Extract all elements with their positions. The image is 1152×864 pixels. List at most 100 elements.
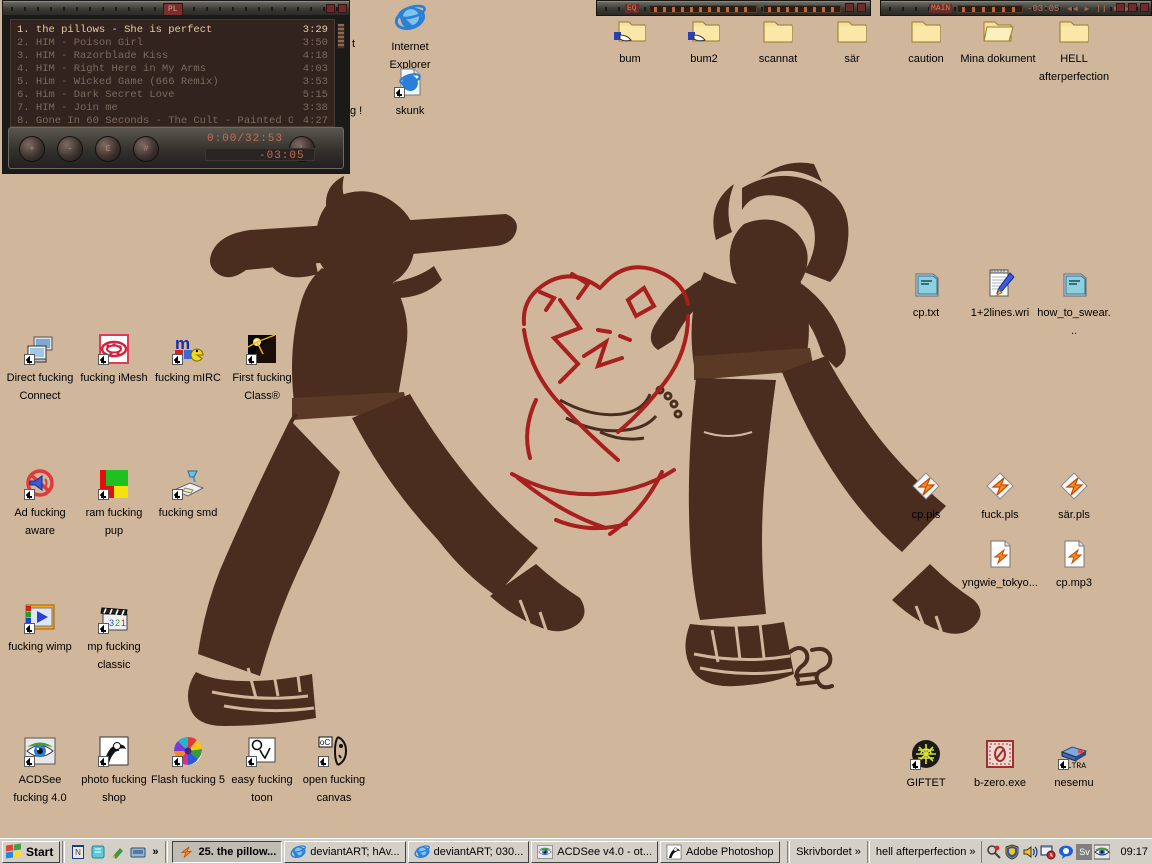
volume-icon[interactable]: [1022, 844, 1039, 860]
toolbar-skrivbordet-chevron[interactable]: »: [855, 846, 861, 858]
playlist-select-button[interactable]: E: [95, 136, 121, 162]
desktop-icon-hell-afterperfection[interactable]: HELL afterperfection: [1036, 14, 1112, 85]
playlist-row[interactable]: 8. Gone In 60 Seconds - The Cult - Paint…: [17, 115, 328, 126]
scheduled-tasks-icon[interactable]: [1040, 844, 1056, 860]
taskbar[interactable]: Start N » 25. the pillow... deviantART; h…: [0, 838, 1152, 864]
keyboard-icon[interactable]: [129, 843, 147, 861]
playlist-titlebar[interactable]: PL: [3, 1, 349, 15]
toolbar-skrivbordet[interactable]: Skrivbordet »: [792, 846, 865, 858]
playlist-row[interactable]: 4. HIM - Right Here in My Arms 4:03: [17, 63, 328, 76]
task-button-list[interactable]: 25. the pillow... deviantART; hAv... devia…: [170, 840, 785, 863]
eq-band-group-2[interactable]: [763, 5, 841, 13]
task-winamp[interactable]: 25. the pillow...: [172, 840, 283, 863]
desktop-icon-giftet[interactable]: GIFTET: [888, 738, 964, 791]
playlist-row[interactable]: 7. HIM - Join me 3:38: [17, 102, 328, 115]
norton-icon[interactable]: N: [69, 843, 87, 861]
playlist-row[interactable]: 1. the pillows - She is perfect 3:29: [17, 24, 328, 37]
winamp-equalizer-window[interactable]: EQ: [596, 0, 871, 16]
desktop-icon-opencanvas[interactable]: oC open fucking canvas: [296, 735, 372, 806]
playlist-shade-button[interactable]: [326, 4, 335, 13]
desktop-icon-bum2[interactable]: bum2: [666, 14, 742, 67]
desktop-icon-bum[interactable]: bum: [592, 14, 668, 67]
desktop-icon-sar[interactable]: sär: [814, 14, 890, 67]
task-deviantart1[interactable]: deviantART; hAv...: [284, 840, 406, 863]
desktop-icon-mirc[interactable]: m fucking mIRC: [150, 333, 226, 386]
desktop-icon-ram-pup[interactable]: ram fucking pup: [76, 468, 152, 539]
main-minimize-button[interactable]: [1116, 3, 1125, 12]
eq-close-button[interactable]: [857, 3, 866, 12]
desktop-icon-nesemu[interactable]: ULTRA nesemu: [1036, 738, 1112, 791]
playlist-row[interactable]: 5. Him - Wicked Game (666 Remix) 3:53: [17, 76, 328, 89]
playlist-close-button[interactable]: [338, 4, 347, 13]
main-transport-controls[interactable]: ◀◀ ▶ ❙❙ ■ ▶▶: [1067, 4, 1137, 14]
desktop-icon-easytoon[interactable]: easy fucking toon: [224, 735, 300, 806]
desktop-icon-sar-pls[interactable]: sär.pls: [1036, 470, 1112, 523]
desktop-icon-scannat[interactable]: scannat: [740, 14, 816, 67]
playlist-row[interactable]: 6. Him - Dark Secret Love 5:15: [17, 89, 328, 102]
acdsee-eye-icon[interactable]: [1093, 844, 1111, 860]
main-shade-button[interactable]: [1128, 3, 1137, 12]
desktop-icon-smd[interactable]: fucking smd: [150, 468, 226, 521]
eq-band-group-1[interactable]: [649, 5, 757, 13]
shield-icon[interactable]: [1004, 843, 1020, 860]
desktop-icon-cp-txt[interactable]: cp.txt: [888, 268, 964, 321]
messenger-icon[interactable]: [1058, 844, 1074, 860]
quick-launch-overflow-chevron[interactable]: »: [149, 846, 161, 858]
desktop-icon-internet-explorer[interactable]: Internet Explorer: [372, 2, 448, 73]
playlist-misc-button[interactable]: #: [133, 136, 159, 162]
desktop-icon-b-zero-exe[interactable]: b-zero.exe: [962, 738, 1038, 791]
cleanup-icon[interactable]: [109, 843, 127, 861]
main-close-button[interactable]: [1140, 3, 1149, 12]
desktop-icon-yngwie-tokyo[interactable]: yngwie_tokyo...: [962, 538, 1038, 591]
desktop-icon-photoshop[interactable]: photo fucking shop: [76, 735, 152, 806]
language-indicator[interactable]: Sv: [1076, 843, 1093, 860]
desktop-icon-fuck-pls[interactable]: fuck.pls: [962, 470, 1038, 523]
taskbar-clock[interactable]: 09:17: [1114, 846, 1152, 858]
desktop-icon-first-class[interactable]: First fucking Class®: [224, 333, 300, 404]
task-deviantart2[interactable]: deviantART; 030...: [407, 840, 530, 863]
desktop-icon-cp-pls[interactable]: cp.pls: [888, 470, 964, 523]
ultra-emulator-icon: ULTRA: [1058, 738, 1090, 771]
playlist-track-time: 3:38: [302, 102, 328, 114]
notes-icon[interactable]: [89, 843, 107, 861]
playlist-track-title: 7. HIM - Join me: [17, 102, 118, 114]
magnifier-icon[interactable]: [986, 844, 1002, 860]
playlist-row[interactable]: 3. HIM - Razorblade Kiss 4:18: [17, 50, 328, 63]
desktop-icon-flash5[interactable]: Flash fucking 5: [150, 735, 226, 788]
shortcut-arrow-icon: [1058, 759, 1069, 770]
desktop-icon-direct-connect[interactable]: Direct fucking Connect: [2, 333, 78, 404]
task-acdsee[interactable]: ACDSee v4.0 - ot...: [531, 840, 659, 863]
playlist-track-list[interactable]: 1. the pillows - She is perfect 3:29 2. HI…: [10, 19, 335, 127]
toolbar-hell-afterperfection[interactable]: hell afterperfection »: [872, 846, 980, 858]
playlist-remove-button[interactable]: -: [57, 136, 83, 162]
desktop-icon-imesh[interactable]: fucking iMesh: [76, 333, 152, 386]
quick-launch-bar[interactable]: N »: [67, 843, 163, 861]
desktop-icon-acdsee[interactable]: ACDSee fucking 4.0: [2, 735, 78, 806]
playlist-row[interactable]: 2. HIM - Poison Girl 3:50: [17, 37, 328, 50]
task-button-label: 25. the pillow...: [198, 845, 277, 858]
desktop-icon-1-2lines-wri[interactable]: 1+2lines.wri: [962, 268, 1038, 321]
main-seek-bar[interactable]: [957, 5, 1023, 13]
eq-shade-button[interactable]: [845, 3, 854, 12]
desktop-icon-cp-mp3[interactable]: cp.mp3: [1036, 538, 1112, 591]
desktop-icon-wimp[interactable]: fucking wimp: [2, 602, 78, 655]
playlist-add-button[interactable]: +: [19, 136, 45, 162]
toolbar-hell-chevron[interactable]: »: [969, 846, 975, 858]
desktop-icon-mina-dokument[interactable]: Mina dokument: [960, 14, 1036, 67]
playlist-track-time: 3:29: [302, 24, 328, 36]
desktop-icon-skunk[interactable]: skunk: [372, 66, 448, 119]
desktop-icon-mp-classic[interactable]: 3 2 1 mp fucking classic: [76, 602, 152, 673]
desktop-icon-how-to-swear[interactable]: how_to_swear...: [1036, 268, 1112, 339]
desktop-icon-caution[interactable]: caution: [888, 14, 964, 67]
task-button-label: ACDSee v4.0 - ot...: [557, 845, 653, 858]
playlist-scrollbar[interactable]: [337, 23, 345, 49]
winamp-playlist-window[interactable]: PL 1. the pillows - She is perfect 3:29 2.…: [2, 0, 350, 174]
desktop-icon-label: open fucking canvas: [302, 774, 366, 804]
system-tray[interactable]: Sv: [981, 840, 1114, 863]
desktop-icon-ad-aware[interactable]: Ad fucking aware: [2, 468, 78, 539]
task-photoshop[interactable]: Adobe Photoshop: [660, 840, 780, 863]
winamp-main-window[interactable]: MAIN -03:05 ◀◀ ▶ ❙❙ ■ ▶▶: [880, 0, 1152, 16]
playlist-footer-controls[interactable]: + - E # L 0:00/32:53 -03:05: [8, 127, 344, 169]
start-button[interactable]: Start: [2, 840, 61, 863]
desktop-icon-label: 1+2lines.wri: [970, 307, 1030, 319]
